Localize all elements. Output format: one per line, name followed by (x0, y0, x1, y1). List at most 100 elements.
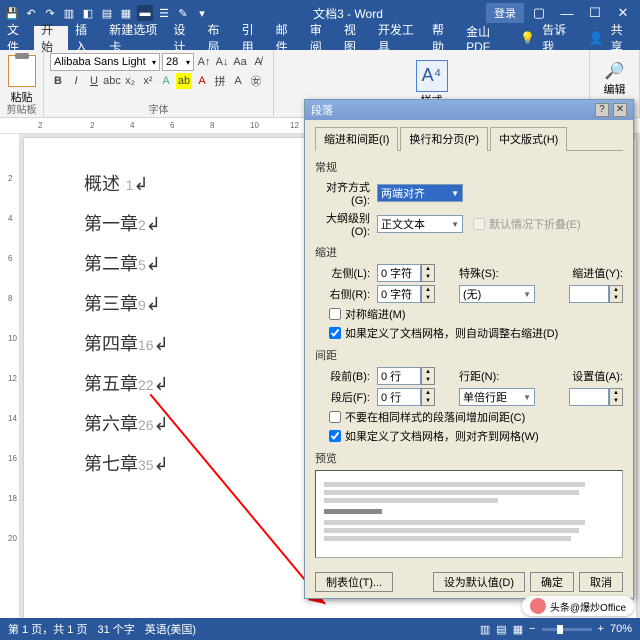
ribbon-options-icon[interactable]: ▢ (526, 5, 552, 21)
tab-mail[interactable]: 邮件 (269, 26, 303, 50)
special-select[interactable]: (无)▼ (459, 285, 535, 303)
subscript-icon[interactable]: x₂ (122, 73, 138, 89)
paste-icon[interactable] (8, 55, 36, 87)
circle-char-icon[interactable]: ㊛ (248, 73, 264, 89)
outline-select[interactable]: 正文文本▼ (377, 215, 463, 233)
highlight-icon[interactable]: ab (176, 73, 192, 89)
word-count[interactable]: 31 个字 (97, 621, 134, 637)
zoom-slider[interactable] (542, 628, 592, 631)
qat-btn[interactable]: ▤ (99, 5, 115, 21)
before-input[interactable] (377, 367, 421, 385)
ok-button[interactable]: 确定 (530, 572, 574, 592)
qat-btn[interactable]: ▬ (137, 5, 153, 21)
bold-icon[interactable]: B (50, 73, 66, 89)
tab-insert[interactable]: 插入 (68, 26, 102, 50)
align-select[interactable]: 两端对齐▼ (377, 184, 463, 202)
login-button[interactable]: 登录 (486, 3, 524, 23)
qat-btn[interactable]: ▦ (118, 5, 134, 21)
spinner[interactable]: ▲▼ (421, 388, 435, 406)
dialog-titlebar[interactable]: 段落 ? ✕ (305, 100, 633, 120)
qat-btn[interactable]: ▾ (194, 5, 210, 21)
tab-linebreak[interactable]: 换行和分页(P) (400, 127, 488, 151)
find-icon[interactable]: 🔎 (596, 61, 633, 81)
qat-btn[interactable]: ✎ (175, 5, 191, 21)
view-web-icon[interactable]: ▦ (513, 623, 523, 636)
spinner[interactable]: ▲▼ (609, 285, 623, 303)
tab-indent-spacing[interactable]: 缩进和间距(I) (315, 127, 398, 151)
strike-icon[interactable]: abc (104, 73, 120, 89)
change-case-icon[interactable]: Aa (232, 54, 248, 70)
tab-layout[interactable]: 布局 (201, 26, 235, 50)
zoom-out-icon[interactable]: − (529, 623, 535, 635)
spinner[interactable]: ▲▼ (609, 388, 623, 406)
font-group: Alibaba Sans Light▾ 28▾ A↑ A↓ Aa A̸ B I … (44, 50, 274, 117)
tab-design[interactable]: 设计 (166, 26, 200, 50)
undo-icon[interactable]: ↶ (23, 5, 39, 21)
tab-dev[interactable]: 开发工具 (371, 26, 425, 50)
maximize-icon[interactable]: ☐ (582, 5, 608, 21)
clipboard-label: 剪贴板 (0, 101, 43, 116)
tab-pdf[interactable]: 金山PDF (459, 26, 513, 50)
view-read-icon[interactable]: ▤ (496, 623, 506, 636)
nosame-checkbox[interactable] (329, 411, 341, 423)
zoom-level[interactable]: 70% (610, 623, 632, 635)
styles-icon[interactable]: A⁴ (416, 60, 448, 92)
qat-btn[interactable]: ◧ (80, 5, 96, 21)
spinner[interactable]: ▲▼ (421, 285, 435, 303)
italic-icon[interactable]: I (68, 73, 84, 89)
tab-help[interactable]: 帮助 (425, 26, 459, 50)
setdefault-button[interactable]: 设为默认值(D) (433, 572, 525, 592)
linespc-select[interactable]: 单倍行距▼ (459, 388, 535, 406)
spinner[interactable]: ▲▼ (421, 367, 435, 385)
language-status[interactable]: 英语(美国) (145, 621, 196, 637)
underline-icon[interactable]: U (86, 73, 102, 89)
tab-home[interactable]: 开始 (34, 26, 68, 50)
font-color-icon[interactable]: A (194, 73, 210, 89)
snapgrid-checkbox[interactable] (329, 430, 341, 442)
tab-view[interactable]: 视图 (337, 26, 371, 50)
redo-icon[interactable]: ↷ (42, 5, 58, 21)
autogrid-checkbox[interactable] (329, 327, 341, 339)
close-icon[interactable]: ✕ (610, 5, 636, 21)
spinner[interactable]: ▲▼ (421, 264, 435, 282)
tabstop-button[interactable]: 制表位(T)... (315, 572, 393, 592)
attribution-badge: 头条@爆炒Office (522, 596, 634, 616)
linespc-label: 行距(N): (459, 368, 499, 384)
tab-review[interactable]: 审阅 (303, 26, 337, 50)
cancel-button[interactable]: 取消 (579, 572, 623, 592)
dialog-close-icon[interactable]: ✕ (613, 103, 627, 117)
avatar-icon (530, 598, 546, 614)
font-size-select[interactable]: 28▾ (162, 53, 194, 71)
phonetic-icon[interactable]: 拼 (212, 73, 228, 89)
after-input[interactable] (377, 388, 421, 406)
font-name-select[interactable]: Alibaba Sans Light▾ (50, 53, 160, 71)
clear-format-icon[interactable]: A̸ (250, 54, 266, 70)
superscript-icon[interactable]: x² (140, 73, 156, 89)
qat-btn[interactable]: ☰ (156, 5, 172, 21)
grow-font-icon[interactable]: A↑ (196, 54, 212, 70)
left-indent-input[interactable] (377, 264, 421, 282)
save-icon[interactable]: 💾 (4, 5, 20, 21)
vertical-ruler[interactable]: 24 68 1012 1416 1820 (0, 134, 20, 624)
qat-btn[interactable]: ▥ (61, 5, 77, 21)
minimize-icon[interactable]: — (554, 6, 580, 21)
indentval-input[interactable] (569, 285, 609, 303)
share-button[interactable]: 👤共享 (582, 26, 640, 50)
page-status[interactable]: 第 1 页，共 1 页 (8, 621, 87, 637)
view-print-icon[interactable]: ▥ (480, 623, 490, 636)
mirror-checkbox[interactable] (329, 308, 341, 320)
dialog-help-icon[interactable]: ? (595, 103, 609, 117)
zoom-in-icon[interactable]: + (598, 623, 604, 635)
quick-access-toolbar: 💾 ↶ ↷ ▥ ◧ ▤ ▦ ▬ ☰ ✎ ▾ (4, 5, 210, 21)
text-effect-icon[interactable]: A (158, 73, 174, 89)
tab-chinese[interactable]: 中文版式(H) (490, 127, 567, 151)
right-indent-input[interactable] (377, 285, 421, 303)
clipboard-group: 粘贴 剪贴板 (0, 50, 44, 117)
setval-input[interactable] (569, 388, 609, 406)
tab-file[interactable]: 文件 (0, 26, 34, 50)
tab-newtab[interactable]: 新建选项卡 (102, 26, 166, 50)
tab-tell[interactable]: 💡 告诉我 (513, 26, 581, 50)
tab-ref[interactable]: 引用 (235, 26, 269, 50)
border-icon[interactable]: A (230, 73, 246, 89)
shrink-font-icon[interactable]: A↓ (214, 54, 230, 70)
